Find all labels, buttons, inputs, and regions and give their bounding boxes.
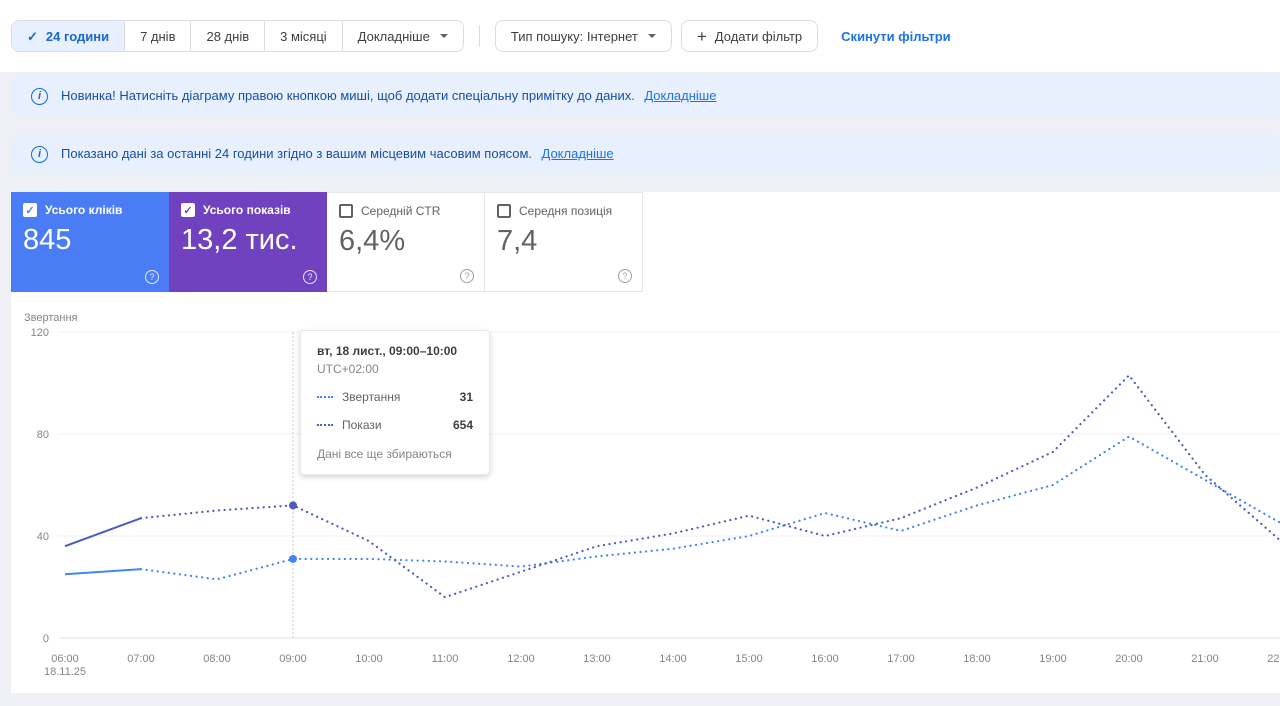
tooltip-note: Дані все ще збираються [317,447,452,461]
info-icon [31,87,48,105]
tooltip-timezone: UTC+02:00 [317,362,379,376]
help-icon[interactable] [460,269,474,283]
help-icon[interactable] [303,270,317,284]
metric-value: 845 [23,224,72,256]
annotation-banner-text: Новинка! Натисніть діаграму правою кнопк… [61,88,635,103]
date-range-group: 24 години 7 днів 28 днів 3 місяці Доклад… [11,20,464,52]
tooltip-row-clicks: Звертання 31 [317,390,473,404]
performance-chart[interactable]: 0 40 80 120 Звертання 06:00 07:00 08:00 09:00 10:… [11,292,1280,683]
checkbox-checked-icon[interactable]: ✓ [23,203,37,217]
filter-toolbar: 24 години 7 днів 28 днів 3 місяці Доклад… [0,0,1280,72]
add-filter-button[interactable]: Додати фільтр [680,20,819,52]
chart-tooltip: вт, 18 лист., 09:00–10:00 UTC+02:00 Звер… [300,330,490,475]
add-filter-label: Додати фільтр [714,28,803,44]
help-icon[interactable] [145,270,159,284]
date-range-7d-label: 7 днів [140,28,176,44]
plus-icon [697,28,707,45]
metric-label: Усього кліків [45,203,123,217]
svg-text:18.11.25: 18.11.25 [44,666,86,678]
metric-value: 13,2 тис. [181,224,298,256]
metric-label: Середня позиція [519,204,613,218]
metric-card-total-impressions[interactable]: ✓ Усього показів 13,2 тис. [169,192,327,292]
date-range-28d-label: 28 днів [206,28,250,44]
timezone-banner: Показано дані за останні 24 години згідн… [11,134,1280,174]
date-range-24h[interactable]: 24 години [12,21,125,51]
checkbox-unchecked-icon[interactable] [497,204,511,218]
svg-text:08:00: 08:00 [203,653,231,665]
info-icon [31,145,48,163]
search-type-label: Тип пошуку: Інтернет [510,28,638,44]
svg-text:07:00: 07:00 [127,653,155,665]
clicks-series-marker [317,396,333,398]
check-icon [27,30,38,43]
svg-text:20:00: 20:00 [1115,653,1143,665]
impressions-series-marker [317,424,333,426]
performance-panel: ✓ Усього кліків 845 ✓ Усього показів 13,… [11,192,1280,693]
svg-text:0: 0 [43,633,49,645]
tooltip-row-impressions: Покази 654 [317,418,473,432]
metric-value: 7,4 [497,225,538,257]
date-range-more-label: Докладніше [357,28,430,44]
metric-value: 6,4% [339,225,406,257]
date-range-3m[interactable]: 3 місяці [264,21,342,51]
tooltip-title: вт, 18 лист., 09:00–10:00 [317,344,458,358]
chevron-down-icon [439,34,448,38]
metric-cards: ✓ Усього кліків 845 ✓ Усього показів 13,… [11,192,1280,292]
metric-label: Середній CTR [361,204,441,218]
tooltip-row-label: Звертання [342,390,401,404]
svg-text:09:00: 09:00 [279,653,307,665]
reset-filters-link[interactable]: Скинути фільтри [835,28,957,45]
svg-text:40: 40 [37,531,49,543]
svg-text:06:00: 06:00 [51,653,79,665]
date-range-7d[interactable]: 7 днів [124,21,191,51]
search-type-filter[interactable]: Тип пошуку: Інтернет [494,20,672,52]
chevron-down-icon [647,34,656,38]
line-chart[interactable]: 0 40 80 120 Звертання 06:00 07:00 08:00 09:00 10:… [11,307,1280,683]
metric-card-total-clicks[interactable]: ✓ Усього кліків 845 [11,192,169,292]
annotation-banner-link[interactable]: Докладніше [644,88,716,103]
date-range-24h-label: 24 години [45,28,110,44]
checkbox-checked-icon[interactable]: ✓ [181,203,195,217]
metric-card-average-position[interactable]: Середня позиція 7,4 [485,192,643,292]
svg-text:18:00: 18:00 [963,653,991,665]
svg-text:12:00: 12:00 [507,653,535,665]
svg-text:19:00: 19:00 [1039,653,1067,665]
tooltip-row-value: 31 [459,390,473,404]
svg-text:Звертання: Звертання [24,312,78,324]
toolbar-divider [478,25,480,47]
metric-label: Усього показів [203,203,291,217]
svg-text:14:00: 14:00 [659,653,687,665]
svg-text:16:00: 16:00 [811,653,839,665]
date-range-more[interactable]: Докладніше [341,21,463,51]
checkbox-unchecked-icon[interactable] [339,204,353,218]
svg-text:80: 80 [37,429,49,441]
timezone-banner-link[interactable]: Докладніше [542,146,614,161]
tooltip-row-value: 654 [452,418,473,432]
svg-text:13:00: 13:00 [583,653,611,665]
svg-text:15:00: 15:00 [735,653,763,665]
svg-text:22:00: 22:00 [1267,653,1280,665]
tooltip-row-label: Покази [342,418,382,432]
annotation-banner: Новинка! Натисніть діаграму правою кнопк… [11,76,1280,116]
svg-text:10:00: 10:00 [355,653,383,665]
svg-text:11:00: 11:00 [432,653,459,665]
timezone-banner-text: Показано дані за останні 24 години згідн… [61,146,533,161]
help-icon[interactable] [618,269,632,283]
svg-text:120: 120 [31,327,49,339]
metric-card-average-ctr[interactable]: Середній CTR 6,4% [327,192,485,292]
date-range-28d[interactable]: 28 днів [190,21,265,51]
date-range-3m-label: 3 місяці [280,28,327,44]
svg-text:17:00: 17:00 [887,653,915,665]
svg-text:21:00: 21:00 [1191,653,1219,665]
